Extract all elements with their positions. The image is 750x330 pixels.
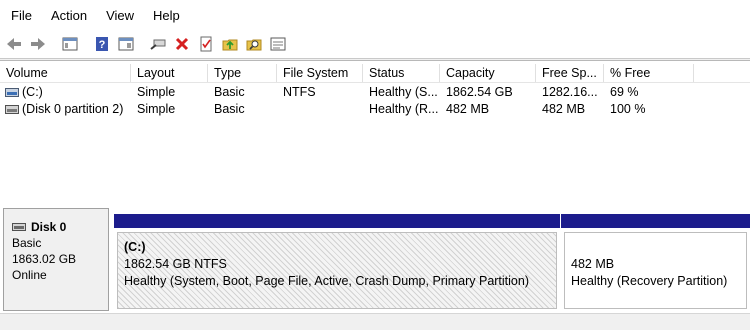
column-capacity[interactable]: Capacity [440,64,536,82]
volume-layout: Simple [137,102,176,116]
status-bar [0,313,750,330]
disk-icon [12,219,26,235]
partition-recovery[interactable]: 482 MB Healthy (Recovery Partition) [561,214,750,309]
volume-free-space: 1282.16... [542,85,598,99]
disk-state: Online [12,268,47,282]
volume-percent-free: 100 % [610,102,646,116]
volume-free-space: 482 MB [542,102,586,116]
menu-action[interactable]: Action [51,8,87,23]
disk-type: Basic [12,236,42,250]
column-percent-free[interactable]: % Free [604,64,694,82]
table-row[interactable]: (Disk 0 partition 2) Simple Basic Health… [0,100,750,118]
menu-file[interactable]: File [11,8,32,23]
column-file-system[interactable]: File System [277,64,363,82]
disk-size: 1863.02 GB [12,252,77,266]
volume-layout: Simple [137,85,176,99]
partition-size: 1862.54 GB NTFS [124,257,227,271]
volume-list: Volume Layout Type File System Status Ca… [0,60,750,206]
forward-icon[interactable] [28,34,48,54]
volume-capacity: 1862.54 GB [446,85,513,99]
volume-status: Healthy (S... [369,85,438,99]
volume-percent-free: 69 % [610,85,639,99]
delete-icon[interactable] [172,34,192,54]
disk-map: Disk 0 Basic 1863.02 GB Online (C:) 1862… [0,205,750,329]
column-free-space[interactable]: Free Sp... [536,64,604,82]
partition-title: (C:) [124,240,146,254]
column-type[interactable]: Type [208,64,277,82]
folder-up-icon[interactable] [220,34,240,54]
svg-text:?: ? [99,39,106,51]
partition-size: 482 MB [571,257,615,271]
volume-name: (C:) [22,85,43,99]
partition-bar [561,214,750,228]
drive-icon [5,101,19,118]
search-folder-icon[interactable] [244,34,264,54]
column-status[interactable]: Status [363,64,440,82]
console-tree-icon[interactable] [60,34,80,54]
checklist-icon[interactable] [196,34,216,54]
column-header-row: Volume Layout Type File System Status Ca… [0,64,750,83]
partition-bar [114,214,560,228]
volume-name: (Disk 0 partition 2) [22,102,124,116]
connect-icon[interactable] [148,34,168,54]
partition-status: Healthy (Recovery Partition) [571,274,728,288]
disk-name: Disk 0 [31,220,67,234]
menu-help[interactable]: Help [153,8,180,23]
partition-c[interactable]: (C:) 1862.54 GB NTFS Healthy (System, Bo… [114,214,560,309]
drive-icon [5,84,19,101]
volume-type: Basic [214,102,245,116]
volume-type: Basic [214,85,245,99]
column-layout[interactable]: Layout [131,64,208,82]
menu-view[interactable]: View [106,8,134,23]
help-icon[interactable]: ? [92,34,112,54]
volume-status: Healthy (R... [369,102,439,116]
menu-bar: File Action View Help [0,0,750,30]
volume-file-system [277,100,363,118]
volume-file-system: NTFS [283,85,316,99]
list-icon[interactable] [268,34,288,54]
back-icon[interactable] [4,34,24,54]
toolbar: ? [0,30,750,59]
disk-label-panel[interactable]: Disk 0 Basic 1863.02 GB Online [3,208,109,311]
volume-capacity: 482 MB [446,102,490,116]
column-volume[interactable]: Volume [0,64,131,82]
table-row[interactable]: (C:) Simple Basic NTFS Healthy (S... 186… [0,83,750,101]
properties-view-icon[interactable] [116,34,136,54]
partition-status: Healthy (System, Boot, Page File, Active… [124,274,529,288]
